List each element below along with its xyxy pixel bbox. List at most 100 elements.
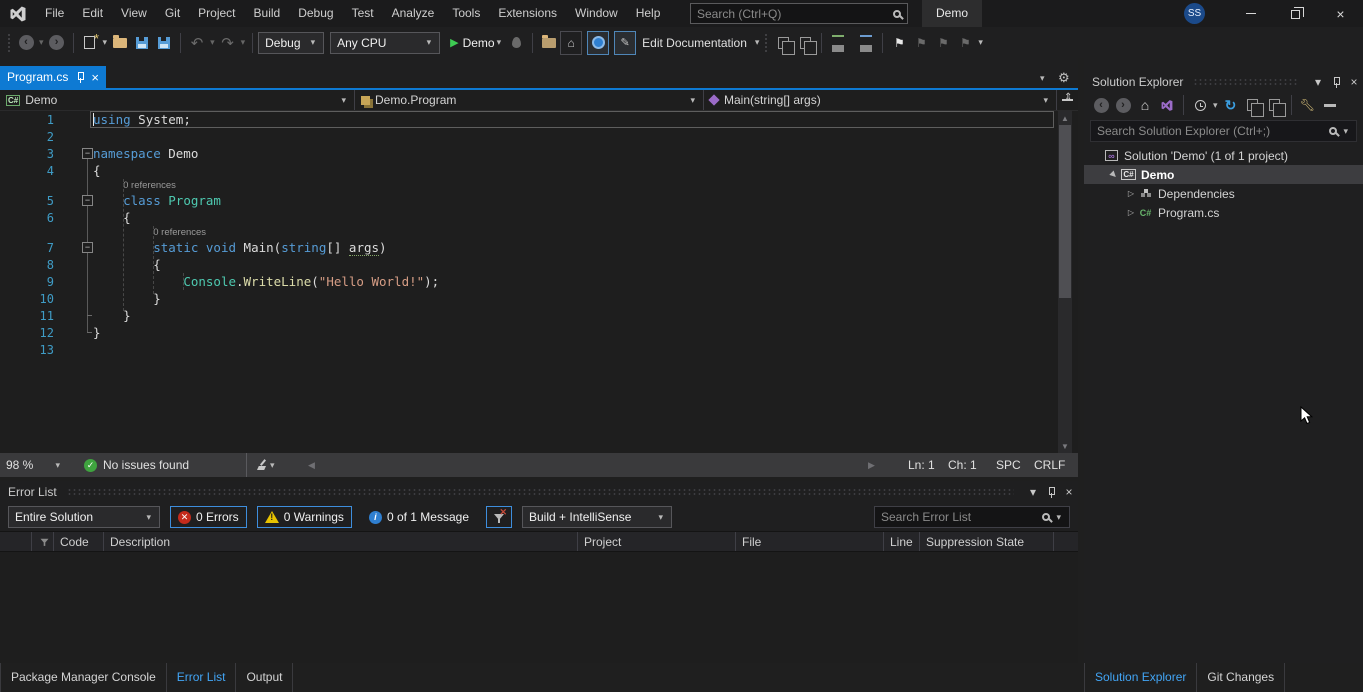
tab-output[interactable]: Output <box>236 663 293 692</box>
decrease-indent-button[interactable] <box>827 31 849 55</box>
menu-tools[interactable]: Tools <box>443 0 489 27</box>
line-number[interactable]: 3 <box>0 147 58 161</box>
previous-bookmark-button[interactable]: ⚑ <box>910 31 932 55</box>
back-dropdown-caret-icon[interactable]: ▾ <box>37 37 46 48</box>
error-list-search-input[interactable]: Search Error List ▾ <box>874 506 1070 528</box>
column-header-line[interactable]: Line <box>884 532 920 551</box>
back-button[interactable]: ‹ <box>1090 94 1112 116</box>
split-window-button[interactable] <box>1057 90 1078 110</box>
toolbar-grip[interactable] <box>764 33 769 53</box>
toggle-bookmark-button[interactable]: ⚑ <box>888 31 910 55</box>
code-editor[interactable]: 1using System;23−namespace Demo4{0 refer… <box>0 111 1078 453</box>
code-line[interactable]: 2 <box>0 128 1058 145</box>
code-line[interactable]: 13 <box>0 341 1058 358</box>
tab-solution-explorer[interactable]: Solution Explorer <box>1084 663 1197 692</box>
pin-icon[interactable] <box>75 71 85 83</box>
undo-dropdown-caret-icon[interactable]: ▾ <box>208 37 217 48</box>
codelens-row[interactable]: 0 references <box>0 226 1058 239</box>
menu-debug[interactable]: Debug <box>289 0 342 27</box>
bookmark-overflow-caret-icon[interactable]: ▾ <box>976 37 985 48</box>
clear-filter-button[interactable]: ✕ <box>486 506 512 528</box>
menu-window[interactable]: Window <box>566 0 627 27</box>
line-number[interactable]: 8 <box>0 258 58 272</box>
type-dropdown[interactable]: Demo.Program ▾ <box>355 90 704 110</box>
menu-git[interactable]: Git <box>156 0 189 27</box>
close-window-button[interactable]: × <box>1318 0 1363 27</box>
undo-button[interactable]: ↶ <box>186 31 208 55</box>
menu-help[interactable]: Help <box>627 0 670 27</box>
solution-explorer-home-button[interactable]: ⌂ <box>560 31 582 55</box>
toolbar-overflow-caret-icon[interactable]: ▾ <box>753 37 762 48</box>
account-avatar[interactable]: SS <box>1184 3 1205 24</box>
increase-indent-button[interactable] <box>855 31 877 55</box>
error-scope-dropdown[interactable]: Entire Solution ▾ <box>8 506 160 528</box>
menu-project[interactable]: Project <box>189 0 244 27</box>
start-debugging-button[interactable]: ▶ Demo ▾ <box>448 31 505 55</box>
fold-margin[interactable] <box>58 341 93 358</box>
line-number[interactable]: 7 <box>0 241 58 255</box>
refresh-button[interactable]: ↻ <box>1220 94 1242 116</box>
clear-bookmarks-button[interactable]: ⚑ <box>954 31 976 55</box>
show-all-files-button[interactable] <box>1264 94 1286 116</box>
forward-button[interactable]: › <box>1112 94 1134 116</box>
menu-edit[interactable]: Edit <box>73 0 112 27</box>
solution-configuration-dropdown[interactable]: Debug▾ <box>258 32 324 54</box>
open-file-button[interactable] <box>109 31 131 55</box>
tree-item-dependencies[interactable]: ▷Dependencies <box>1084 184 1363 203</box>
filter-caret-icon[interactable]: ▾ <box>1211 100 1220 111</box>
messages-toggle-button[interactable]: i 0 of 1 Message <box>362 506 476 528</box>
menu-analyze[interactable]: Analyze <box>383 0 444 27</box>
new-project-button[interactable] <box>79 31 101 55</box>
save-all-button[interactable] <box>153 31 175 55</box>
expander-collapsed-icon[interactable]: ▷ <box>1126 208 1136 217</box>
menu-test[interactable]: Test <box>343 0 383 27</box>
error-source-dropdown[interactable]: Build + IntelliSense ▾ <box>522 506 672 528</box>
pin-icon[interactable] <box>1042 483 1060 501</box>
navigate-forward-button[interactable]: › <box>46 31 68 55</box>
expander-collapsed-icon[interactable]: ▷ <box>1126 189 1136 198</box>
line-number[interactable]: 2 <box>0 130 58 144</box>
intellicode-button[interactable] <box>587 31 609 55</box>
line-number[interactable]: 5 <box>0 194 58 208</box>
column-header-code[interactable]: Code <box>54 532 104 551</box>
fold-margin[interactable] <box>58 128 93 145</box>
navigate-back-button[interactable]: ‹ <box>15 31 37 55</box>
column-header-filter[interactable] <box>32 532 54 551</box>
close-panel-icon[interactable]: × <box>1060 483 1078 501</box>
code-line[interactable]: 3−namespace Demo <box>0 145 1058 162</box>
code-line[interactable]: 6 { <box>0 209 1058 226</box>
scrollbar-thumb[interactable] <box>1059 125 1071 298</box>
pin-icon[interactable] <box>1327 73 1345 91</box>
quick-search-input[interactable]: Search (Ctrl+Q) <box>690 3 908 24</box>
status-line-ending-indicator[interactable]: CRLF <box>1034 453 1065 477</box>
codelens-row[interactable]: 0 references <box>0 179 1058 192</box>
line-number[interactable]: 10 <box>0 292 58 306</box>
line-number[interactable]: 9 <box>0 275 58 289</box>
document-health-indicator[interactable]: ✓ No issues found <box>84 453 189 477</box>
code-line[interactable]: 10 } <box>0 290 1058 307</box>
hscroll-left-button[interactable]: ◀ <box>308 453 315 477</box>
zoom-dropdown[interactable]: 98 % ▾ <box>2 453 66 477</box>
menu-view[interactable]: View <box>112 0 156 27</box>
code-line[interactable]: 7− static void Main(string[] args) <box>0 239 1058 256</box>
code-line[interactable]: 11 } <box>0 307 1058 324</box>
expander-expanded-icon[interactable]: ▶ <box>1107 168 1120 181</box>
fold-collapse-icon[interactable]: − <box>82 148 93 159</box>
save-button[interactable] <box>131 31 153 55</box>
tree-item-demo[interactable]: ▶C#Demo <box>1084 165 1363 184</box>
codelens-references-link[interactable]: 0 references <box>153 227 206 238</box>
vertical-scrollbar[interactable]: ▲ ▼ <box>1058 111 1072 453</box>
fold-collapse-icon[interactable]: − <box>82 242 93 253</box>
window-position-caret-icon[interactable]: ▾ <box>1309 73 1327 91</box>
line-number[interactable]: 6 <box>0 211 58 225</box>
scroll-up-icon[interactable]: ▲ <box>1058 111 1072 125</box>
line-number[interactable]: 4 <box>0 164 58 178</box>
preview-selected-items-button[interactable] <box>1319 94 1341 116</box>
column-header-suppression-state[interactable]: Suppression State <box>920 532 1054 551</box>
error-list-title-bar[interactable]: Error List ▾ × <box>0 481 1078 503</box>
code-line[interactable]: 9 Console.WriteLine("Hello World!"); <box>0 273 1058 290</box>
toolbar-grip[interactable] <box>7 33 12 53</box>
column-header-icon[interactable] <box>0 532 32 551</box>
errors-toggle-button[interactable]: ✕ 0 Errors <box>170 506 247 528</box>
restore-button[interactable] <box>1273 0 1318 27</box>
